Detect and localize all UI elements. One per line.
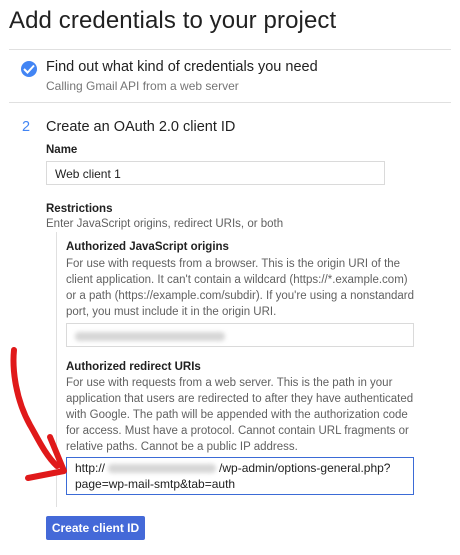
redirect-uri-input[interactable]: http:///wp-admin/options-general.php?pag… [66,457,414,495]
js-origin-input[interactable] [66,323,414,347]
name-input[interactable]: Web client 1 [46,161,385,185]
redirect-uri-prefix: http:// [75,461,106,475]
restrictions-help: Enter JavaScript origins, redirect URIs,… [46,218,284,230]
redacted-domain [108,464,217,474]
check-circle-icon [21,61,37,77]
js-origins-label: Authorized JavaScript origins [66,241,229,253]
redirect-uris-label: Authorized redirect URIs [66,361,201,373]
restrictions-divider [56,232,57,507]
step1-card: Find out what kind of credentials you ne… [9,49,451,103]
step1-title[interactable]: Find out what kind of credentials you ne… [46,59,318,75]
redirect-uris-help: For use with requests from a web server.… [66,377,414,453]
step2-title: Create an OAuth 2.0 client ID [46,119,236,135]
page-title: Add credentials to your project [9,7,337,34]
redacted-origin [75,332,225,342]
js-origins-help: For use with requests from a browser. Th… [66,258,415,318]
restrictions-label: Restrictions [46,203,113,215]
step2-number: 2 [22,119,31,135]
name-label: Name [46,144,78,156]
create-client-id-button[interactable]: Create client ID [46,516,145,540]
step1-subtitle: Calling Gmail API from a web server [46,79,239,93]
